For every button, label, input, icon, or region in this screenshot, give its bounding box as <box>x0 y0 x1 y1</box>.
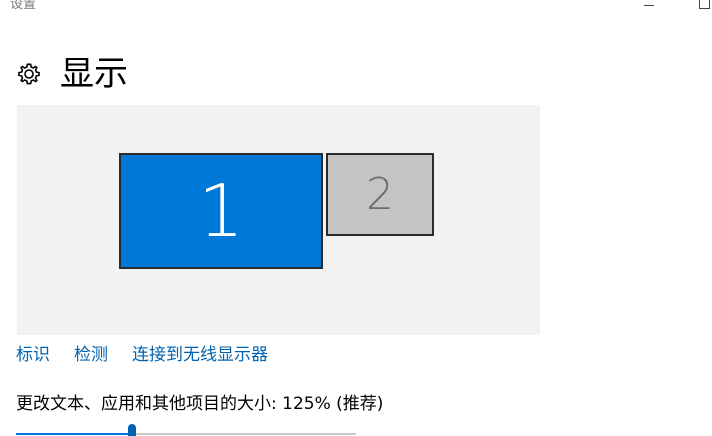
maximize-button[interactable] <box>694 0 712 16</box>
page-title: 显示 <box>60 54 128 94</box>
scale-slider-fill <box>16 433 132 435</box>
minimize-button[interactable] <box>640 0 658 16</box>
identify-link[interactable]: 标识 <box>16 343 50 367</box>
display-arrangement-area[interactable]: 1 2 <box>17 105 540 335</box>
app-title: 设置 <box>10 0 37 12</box>
scale-label: 更改文本、应用和其他项目的大小: 125% (推荐) <box>16 394 384 414</box>
scale-slider-track[interactable] <box>16 433 356 435</box>
title-bar: 设置 <box>0 0 712 16</box>
detect-link[interactable]: 检测 <box>74 343 108 367</box>
display-actions: 标识 检测 连接到无线显示器 <box>16 343 292 367</box>
settings-window: 设置 显示 1 2 标识 检测 连接到无线显示器 更改文本、应用和其他项目的大小… <box>0 0 712 436</box>
display-1-tile[interactable]: 1 <box>119 153 323 269</box>
connect-wireless-display-link[interactable]: 连接到无线显示器 <box>132 343 268 367</box>
display-2-tile[interactable]: 2 <box>326 153 434 236</box>
scale-slider-thumb[interactable] <box>128 424 136 436</box>
page-header: 显示 <box>16 52 128 96</box>
gear-icon <box>18 63 40 85</box>
display-2-label: 2 <box>366 169 394 220</box>
display-1-label: 1 <box>198 169 244 253</box>
